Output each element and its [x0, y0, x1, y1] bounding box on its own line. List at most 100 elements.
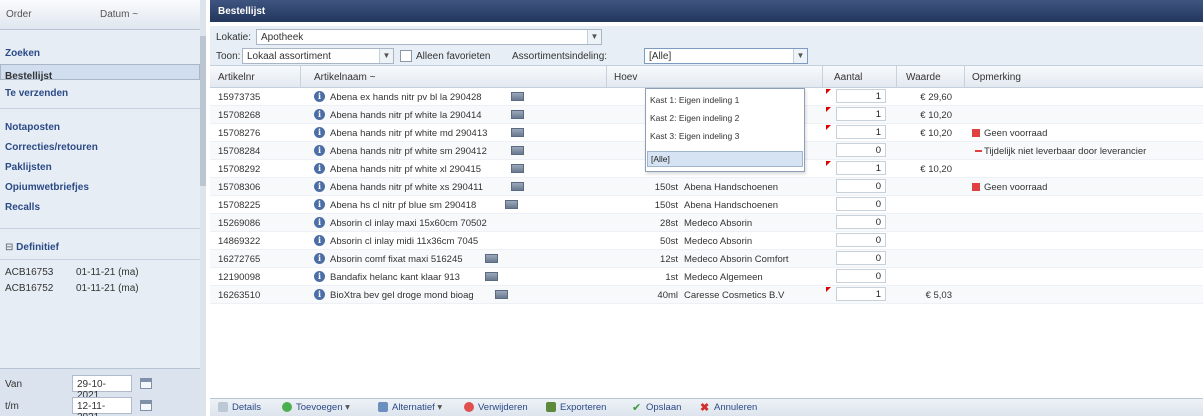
toon-value: Lokaal assortiment — [247, 51, 331, 62]
col-artikelnaam[interactable]: Artikelnaam ~ — [314, 72, 375, 83]
nav-bestellijst[interactable]: Bestellijst — [0, 64, 200, 82]
table-row[interactable]: 15708225 i Abena hs cl nitr pf blue sm 290… — [210, 196, 1203, 214]
toevoegen-button[interactable]: Toevoegen ▾ — [282, 402, 350, 413]
aantal-input[interactable]: 1 — [836, 161, 886, 175]
merk-cell: Medeco Absorin Comfort — [684, 254, 789, 265]
aantal-input[interactable]: 1 — [836, 287, 886, 301]
info-icon[interactable]: i — [314, 253, 325, 264]
calendar-icon[interactable] — [140, 378, 152, 389]
tm-date-input[interactable]: 12-11-2021 — [72, 397, 132, 416]
datum-column-header[interactable]: Datum ~ — [100, 9, 138, 20]
info-icon[interactable]: i — [314, 235, 325, 246]
product-image-icon[interactable] — [510, 128, 524, 137]
definitief-section-toggle[interactable]: ⊟ Definitief — [0, 238, 200, 258]
order-row[interactable]: ACB16752 01-11-21 (ma) — [0, 280, 200, 296]
info-icon[interactable]: i — [314, 181, 325, 192]
nav-paklijsten[interactable]: Paklijsten — [0, 158, 200, 178]
info-icon[interactable]: i — [314, 271, 325, 282]
aantal-input[interactable]: 0 — [836, 197, 886, 211]
verwijderen-button[interactable]: Verwijderen — [464, 402, 528, 413]
alternatief-button[interactable]: Alternatief ▾ — [378, 402, 442, 413]
aantal-input[interactable]: 0 — [836, 269, 886, 283]
artikelnr-cell: 16263510 — [218, 290, 261, 301]
left-scrollbar-thumb[interactable] — [200, 36, 206, 186]
calendar-icon[interactable] — [140, 400, 152, 411]
order-column-header[interactable]: Order — [6, 9, 32, 20]
table-row[interactable]: 15708306 i Abena hands nitr pf white xs 29… — [210, 178, 1203, 196]
dropdown-option[interactable]: Kast 1: Eigen indeling 1 — [650, 95, 739, 105]
table-row[interactable]: 16263510 i BioXtra bev gel droge mond bioa… — [210, 286, 1203, 304]
product-image-icon[interactable] — [510, 92, 524, 101]
nav-zoeken[interactable]: Zoeken — [0, 44, 200, 64]
artikelnaam-cell: Abena ex hands nitr pv bl la 290428 — [330, 92, 482, 103]
product-image-icon[interactable] — [510, 182, 524, 191]
info-icon[interactable]: i — [314, 163, 325, 174]
aantal-input[interactable]: 0 — [836, 179, 886, 193]
nav-divider — [0, 228, 200, 229]
add-icon — [282, 402, 292, 412]
info-icon[interactable]: i — [314, 109, 325, 120]
info-icon[interactable]: i — [314, 91, 325, 102]
table-row[interactable]: 14869322 i Absorin cl inlay midi 11x36cm 7… — [210, 232, 1203, 250]
aantal-input[interactable]: 0 — [836, 143, 886, 157]
indeling-select[interactable]: [Alle] ▼ — [644, 48, 808, 64]
table-row[interactable]: 16272765 i Absorin comf fixat maxi 516245 1… — [210, 250, 1203, 268]
product-image-icon[interactable] — [485, 272, 498, 281]
info-icon[interactable]: i — [314, 289, 325, 300]
col-hoev[interactable]: Hoev — [614, 72, 637, 83]
dropdown-option[interactable]: Kast 2: Eigen indeling 2 — [650, 113, 739, 123]
opslaan-button[interactable]: ✔ Opslaan — [632, 402, 682, 414]
col-waarde[interactable]: Waarde — [906, 72, 941, 83]
waarde-cell: € 10,20 — [920, 164, 952, 175]
aantal-input[interactable]: 0 — [836, 251, 886, 265]
close-icon: ✖ — [700, 402, 710, 414]
info-icon[interactable]: i — [314, 145, 325, 156]
table-row[interactable]: 12190098 i Bandafix helanc kant klaar 913 1… — [210, 268, 1203, 286]
dropdown-option[interactable]: Kast 3: Eigen indeling 3 — [650, 131, 739, 141]
artikelnaam-cell: Absorin comf fixat maxi 516245 — [330, 254, 463, 265]
toon-select[interactable]: Lokaal assortiment ▼ — [242, 48, 394, 64]
product-image-icon[interactable] — [495, 290, 509, 299]
nav-notaposten[interactable]: Notaposten — [0, 118, 200, 138]
aantal-input[interactable]: 1 — [836, 125, 886, 139]
col-artikelnr[interactable]: Artikelnr — [218, 72, 255, 83]
artikelnr-cell: 15973735 — [218, 92, 261, 103]
nav-opiumwetbriefjes[interactable]: Opiumwetbriefjes — [0, 178, 200, 198]
details-button[interactable]: Details — [218, 402, 261, 413]
dropdown-option-selected[interactable]: [Alle] — [647, 151, 803, 167]
info-icon[interactable]: i — [314, 217, 325, 228]
product-image-icon[interactable] — [485, 254, 498, 263]
aantal-input[interactable]: 1 — [836, 89, 886, 103]
artikelnr-cell: 14869322 — [218, 236, 261, 247]
nav-recalls[interactable]: Recalls — [0, 198, 200, 218]
product-image-icon[interactable] — [510, 164, 524, 173]
col-aantal[interactable]: Aantal — [834, 72, 862, 83]
col-opmerking[interactable]: Opmerking — [972, 72, 1021, 83]
info-icon[interactable]: i — [314, 127, 325, 138]
merk-cell: Medeco Absorin — [684, 236, 753, 247]
van-date-input[interactable]: 29-10-2021 — [72, 375, 132, 401]
lokatie-select[interactable]: Apotheek ▼ — [256, 29, 602, 45]
artikelnaam-cell: Abena hands nitr pf white sm 290412 — [330, 146, 487, 157]
opslaan-label: Opslaan — [646, 402, 682, 413]
favorieten-checkbox[interactable] — [400, 50, 412, 62]
changed-flag-icon — [826, 287, 831, 292]
product-image-icon[interactable] — [510, 110, 524, 119]
hoeveelheid-cell: 150st — [654, 200, 678, 211]
aantal-input[interactable]: 0 — [836, 233, 886, 247]
info-icon[interactable]: i — [314, 199, 325, 210]
aantal-input[interactable]: 0 — [836, 215, 886, 229]
exporteren-button[interactable]: Exporteren — [546, 402, 606, 413]
hoeveelheid-cell: 12st — [660, 254, 678, 265]
product-image-icon[interactable] — [510, 146, 524, 155]
waarde-cell: € 5,03 — [925, 290, 952, 301]
product-image-icon[interactable] — [505, 200, 519, 209]
artikelnr-cell: 16272765 — [218, 254, 261, 265]
column-divider — [300, 66, 301, 88]
table-row[interactable]: 15269086 i Absorin cl inlay maxi 15x60cm 7… — [210, 214, 1203, 232]
aantal-input[interactable]: 1 — [836, 107, 886, 121]
nav-te-verzenden[interactable]: Te verzenden — [0, 84, 200, 104]
nav-correcties-retouren[interactable]: Correcties/retouren — [0, 138, 200, 158]
annuleren-button[interactable]: ✖ Annuleren — [700, 402, 757, 414]
order-row[interactable]: ACB16753 01-11-21 (ma) — [0, 264, 200, 280]
